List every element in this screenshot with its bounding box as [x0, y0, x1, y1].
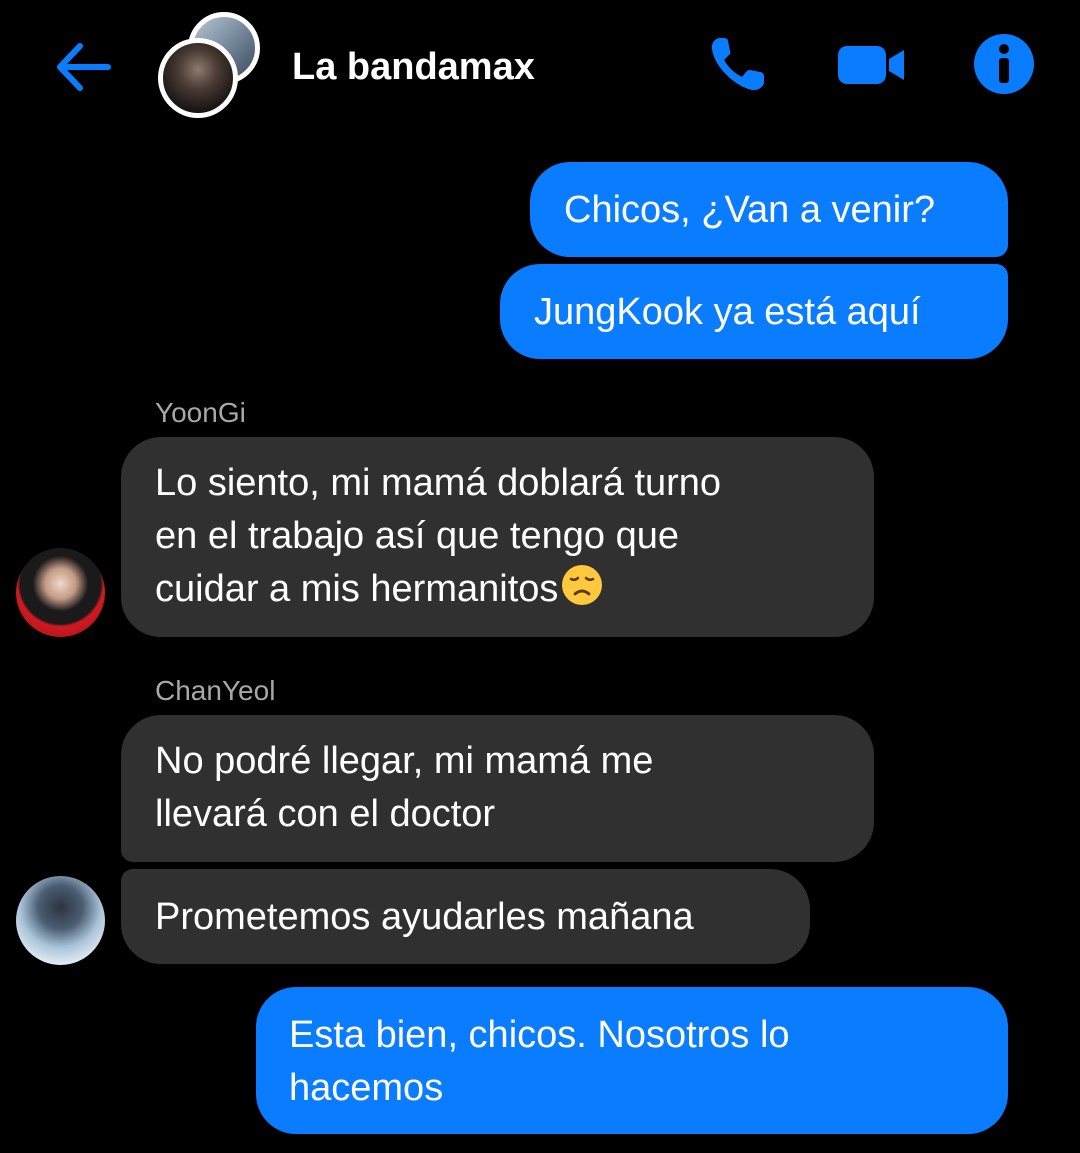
chat-title[interactable]: La bandamax [292, 44, 535, 90]
message-line: cuidar a mis hermanitos [155, 568, 559, 610]
message-line: llevará con el doctor [155, 793, 496, 835]
sender-name: ChanYeol [155, 675, 276, 706]
message-text: Prometemos ayudarles mañana [155, 896, 694, 938]
call-button[interactable] [706, 32, 770, 96]
message-bubble-outgoing[interactable]: JungKook ya está aquí [500, 264, 1008, 359]
group-avatar[interactable] [158, 12, 268, 118]
video-camera-icon [838, 46, 904, 84]
avatar[interactable] [16, 876, 105, 965]
member-avatar [158, 38, 238, 118]
message-line: Lo siento, mi mamá doblará turno [155, 462, 722, 504]
message-text: Chicos, ¿Van a venir? [564, 189, 936, 231]
message-bubble-incoming[interactable]: Prometemos ayudarles mañana [121, 869, 810, 964]
video-call-button[interactable] [836, 32, 904, 96]
message-line: Esta bien, chicos. Nosotros lo [289, 1014, 790, 1056]
message-line-with-emoji: cuidar a mis hermanitos [155, 563, 874, 616]
sender-name: YoonGi [155, 397, 246, 428]
message-bubble-incoming[interactable]: Lo siento, mi mamá doblará turno en el t… [121, 437, 874, 637]
chat-header: La bandamax [0, 0, 1080, 135]
phone-icon [711, 38, 764, 91]
message-line: hacemos [289, 1067, 444, 1109]
disappointed-face-icon [562, 565, 603, 605]
info-button[interactable] [972, 32, 1036, 96]
message-bubble-incoming[interactable]: No podré llegar, mi mamá me llevará con … [121, 715, 874, 862]
info-icon [974, 34, 1034, 94]
message-bubble-outgoing[interactable]: Chicos, ¿Van a venir? [530, 162, 1008, 257]
message-line: No podré llegar, mi mamá me [155, 740, 654, 782]
message-line: en el trabajo así que tengo que [155, 515, 679, 557]
back-button[interactable] [52, 36, 114, 98]
message-bubble-outgoing[interactable]: Esta bien, chicos. Nosotros lo hacemos [256, 987, 1008, 1134]
message-text: JungKook ya está aquí [534, 291, 921, 333]
avatar[interactable] [16, 548, 105, 637]
arrow-left-icon [57, 43, 111, 91]
